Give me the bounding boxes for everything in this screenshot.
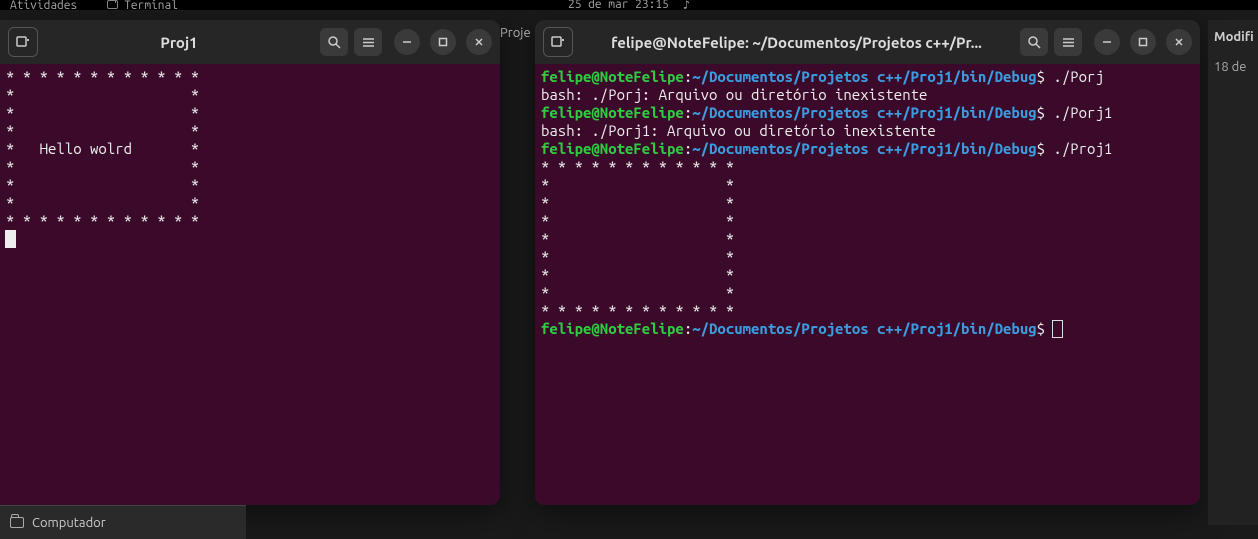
clock-label[interactable]: 25 de mar 23:15 (568, 0, 669, 12)
titlebar: Proj1 (0, 20, 500, 64)
output-line: * Hello wolrd * (6, 140, 199, 157)
output-line: * * (541, 176, 734, 193)
output-line: * * * * * * * * * * * * (6, 68, 199, 85)
output-line: * * (541, 194, 734, 211)
location-label: Computador (32, 516, 106, 530)
prompt-user: felipe@NoteFelipe (541, 140, 684, 157)
output-line: * * (541, 284, 734, 301)
maximize-button[interactable] (430, 29, 456, 55)
file-manager-tab[interactable]: Computador (0, 505, 246, 539)
output-line: * * (6, 86, 199, 103)
cursor (1053, 321, 1062, 337)
menu-button[interactable] (354, 28, 382, 56)
prompt-user: felipe@NoteFelipe (541, 104, 684, 121)
prompt-path: ~/Documentos/Projetos c++/Proj1/bin/Debu… (692, 320, 1036, 337)
output-line: * * * * * * * * * * * * (541, 158, 734, 175)
output-line: * * (6, 104, 199, 121)
titlebar: felipe@NoteFelipe: ~/Documentos/Projetos… (535, 20, 1200, 64)
minimize-button[interactable] (394, 29, 420, 55)
minimize-button[interactable] (1094, 29, 1120, 55)
command: ./Proj1 (1045, 140, 1112, 157)
prompt-user: felipe@NoteFelipe (541, 320, 684, 337)
new-tab-button[interactable] (543, 27, 573, 57)
activities-label[interactable]: Atividades (10, 0, 77, 12)
close-button[interactable] (1166, 29, 1192, 55)
menu-button[interactable] (1054, 28, 1082, 56)
output-line: * * (541, 212, 734, 229)
error-line: bash: ./Porj1: Arquivo ou diretório inex… (541, 122, 936, 139)
terminal-app-label[interactable]: Terminal (107, 0, 178, 12)
output-line: * * (541, 230, 734, 247)
terminal-window-proj1: Proj1 * * * * * * * * * * * * * * * * * … (0, 20, 500, 505)
prompt-path: ~/Documentos/Projetos c++/Proj1/bin/Debu… (692, 68, 1036, 85)
output-line: * * (541, 266, 734, 283)
output-line: * * (541, 248, 734, 265)
terminal-output[interactable]: felipe@NoteFelipe:~/Documentos/Projetos … (535, 64, 1200, 505)
cursor (6, 231, 15, 247)
prompt-path: ~/Documentos/Projetos c++/Proj1/bin/Debu… (692, 104, 1036, 121)
terminal-output[interactable]: * * * * * * * * * * * * * * * * * * * He… (0, 64, 500, 505)
desktop-topbar: Atividades Terminal 25 de mar 23:15 ♪ (0, 0, 1258, 10)
new-tab-button[interactable] (8, 27, 38, 57)
close-button[interactable] (466, 29, 492, 55)
prompt-path: ~/Documentos/Projetos c++/Proj1/bin/Debu… (692, 140, 1036, 157)
output-line: * * (6, 176, 199, 193)
prompt-user: felipe@NoteFelipe (541, 68, 684, 85)
search-button[interactable] (1020, 28, 1048, 56)
output-line: * * * * * * * * * * * * (6, 212, 199, 229)
background-tab-label: Proje (500, 26, 531, 40)
output-line: * * * * * * * * * * * * (541, 302, 734, 319)
terminal-window-main: felipe@NoteFelipe: ~/Documentos/Projetos… (535, 20, 1200, 505)
output-line: * * (6, 194, 199, 211)
error-line: bash: ./Porj: Arquivo ou diretório inexi… (541, 86, 927, 103)
output-line: * * (6, 122, 199, 139)
window-title: felipe@NoteFelipe: ~/Documentos/Projetos… (579, 34, 1014, 51)
side-panel: Modifi 18 de (1208, 20, 1258, 525)
maximize-button[interactable] (1130, 29, 1156, 55)
command: ./Porj1 (1045, 104, 1112, 121)
notification-icon[interactable]: ♪ (683, 0, 690, 12)
terminal-icon (107, 0, 118, 9)
side-header: Modifi (1208, 20, 1258, 54)
side-row: 18 de (1208, 54, 1258, 80)
folder-icon (10, 517, 24, 528)
output-line: * * (6, 158, 199, 175)
command: ./Porj (1045, 68, 1104, 85)
window-title: Proj1 (44, 34, 314, 51)
search-button[interactable] (320, 28, 348, 56)
